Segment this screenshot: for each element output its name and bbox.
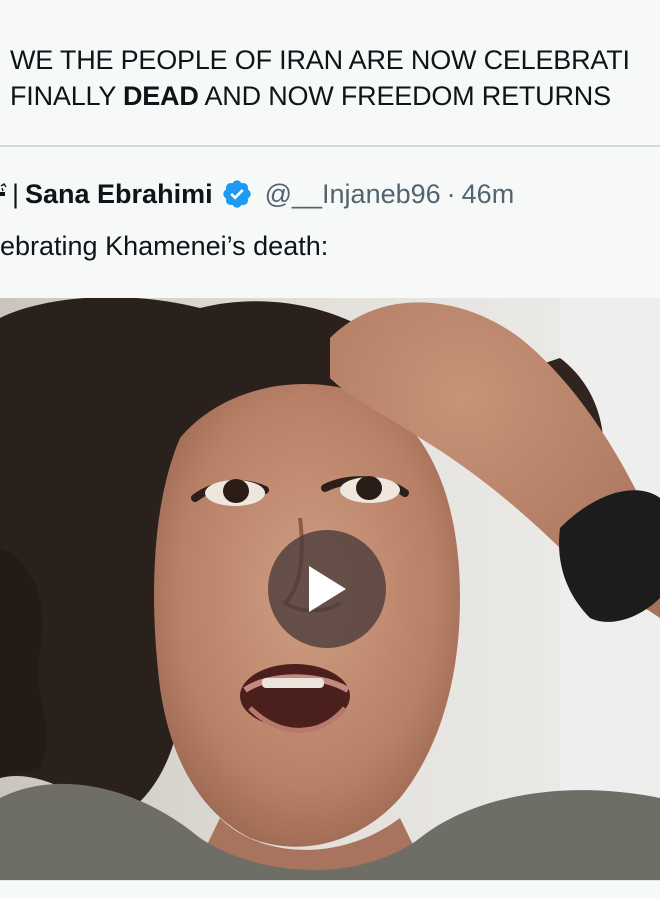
post-text: WE THE PEOPLE OF IRAN ARE NOW CELEBRATI …: [10, 42, 660, 114]
play-button[interactable]: [268, 530, 386, 648]
author-handle[interactable]: @__Injaneb96: [265, 179, 441, 210]
timestamp[interactable]: 46m: [462, 179, 515, 210]
quote-divider: [0, 145, 660, 147]
post-text-line-1: WE THE PEOPLE OF IRAN ARE NOW CELEBRATI: [10, 45, 630, 75]
quoted-tweet-text: ebrating Khamenei’s death:: [0, 231, 329, 261]
quoted-tweet-header[interactable]: | Sana Ebrahimi @__Injaneb96 · 46m: [0, 176, 514, 212]
verified-badge-icon: [221, 178, 253, 210]
tweet-page: WE THE PEOPLE OF IRAN ARE NOW CELEBRATI …: [0, 0, 660, 898]
time-separator: ·: [446, 178, 456, 209]
bottom-divider: [0, 880, 660, 898]
name-separator: |: [12, 178, 20, 209]
post-text-line-2: FINALLY DEAD AND NOW FREEDOM RETURNS: [10, 78, 660, 114]
video-thumbnail[interactable]: [0, 298, 660, 880]
post-text-bold-word: DEAD: [122, 81, 199, 111]
post-text-line-2-end: AND NOW FREEDOM RETURNS: [198, 81, 611, 111]
author-name[interactable]: Sana Ebrahimi: [25, 179, 213, 210]
flag-emoji-fragment-icon: [0, 183, 8, 205]
post-text-line-2-start: FINALLY: [10, 81, 123, 111]
play-icon: [309, 566, 346, 612]
